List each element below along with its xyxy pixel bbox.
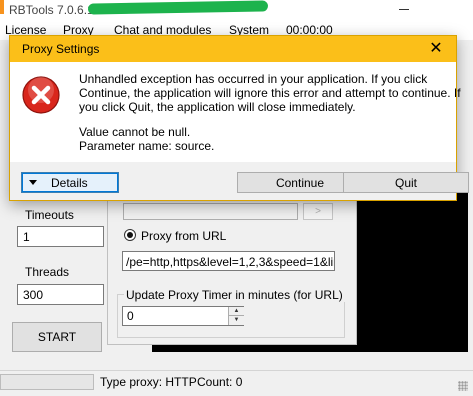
proxy-url-input[interactable]: /pe=http,https&level=1,2,3&speed=1&limit… bbox=[122, 251, 335, 271]
dialog-message-line: Continue, the application will ignore th… bbox=[79, 86, 461, 100]
close-icon[interactable]: ✕ bbox=[425, 37, 447, 59]
status-type-proxy: Type proxy: HTTP bbox=[100, 375, 197, 389]
timer-input[interactable]: 0 bbox=[122, 306, 244, 326]
threads-label: Threads bbox=[25, 265, 70, 279]
resize-grip-icon[interactable] bbox=[458, 381, 468, 391]
proxy-from-url-radio[interactable] bbox=[124, 229, 136, 241]
dialog-detail-line: Parameter name: source. bbox=[79, 139, 215, 153]
dialog-message-line: you click Quit, the application will clo… bbox=[79, 100, 356, 114]
dialog-message-line: Unhandled exception has occurred in your… bbox=[79, 72, 428, 86]
error-icon bbox=[22, 76, 60, 114]
timer-group-label: Update Proxy Timer in minutes (for URL) bbox=[124, 288, 345, 302]
proxy-from-url-label[interactable]: Proxy from URL bbox=[141, 229, 226, 243]
dialog-detail: Value cannot be null. Parameter name: so… bbox=[79, 125, 214, 153]
quit-button[interactable]: Quit bbox=[343, 172, 469, 193]
details-button[interactable]: Details bbox=[21, 172, 119, 193]
threads-input[interactable]: 300 bbox=[17, 284, 104, 305]
minimize-icon[interactable] bbox=[395, 0, 413, 18]
dialog-message: Unhandled exception has occurred in your… bbox=[79, 72, 461, 114]
main-window-title: RBTools 7.0.6.1 bbox=[9, 3, 94, 17]
timer-spinner[interactable]: ▲ ▼ bbox=[228, 307, 244, 325]
chevron-down-icon bbox=[29, 180, 37, 185]
dialog-detail-line: Value cannot be null. bbox=[79, 125, 191, 139]
timeouts-input[interactable]: 1 bbox=[17, 226, 104, 247]
status-progress-bar bbox=[0, 374, 94, 390]
timeouts-label: Timeouts bbox=[25, 208, 74, 222]
proxy-file-button: > bbox=[303, 203, 333, 220]
details-button-label: Details bbox=[51, 175, 88, 190]
app-icon bbox=[0, 0, 4, 14]
spin-down-icon[interactable]: ▼ bbox=[229, 316, 244, 325]
start-button[interactable]: START bbox=[12, 322, 102, 352]
proxy-file-input bbox=[123, 203, 298, 220]
status-count: Count: 0 bbox=[197, 375, 243, 389]
dialog-title: Proxy Settings bbox=[22, 42, 100, 56]
spin-up-icon[interactable]: ▲ bbox=[229, 307, 244, 316]
